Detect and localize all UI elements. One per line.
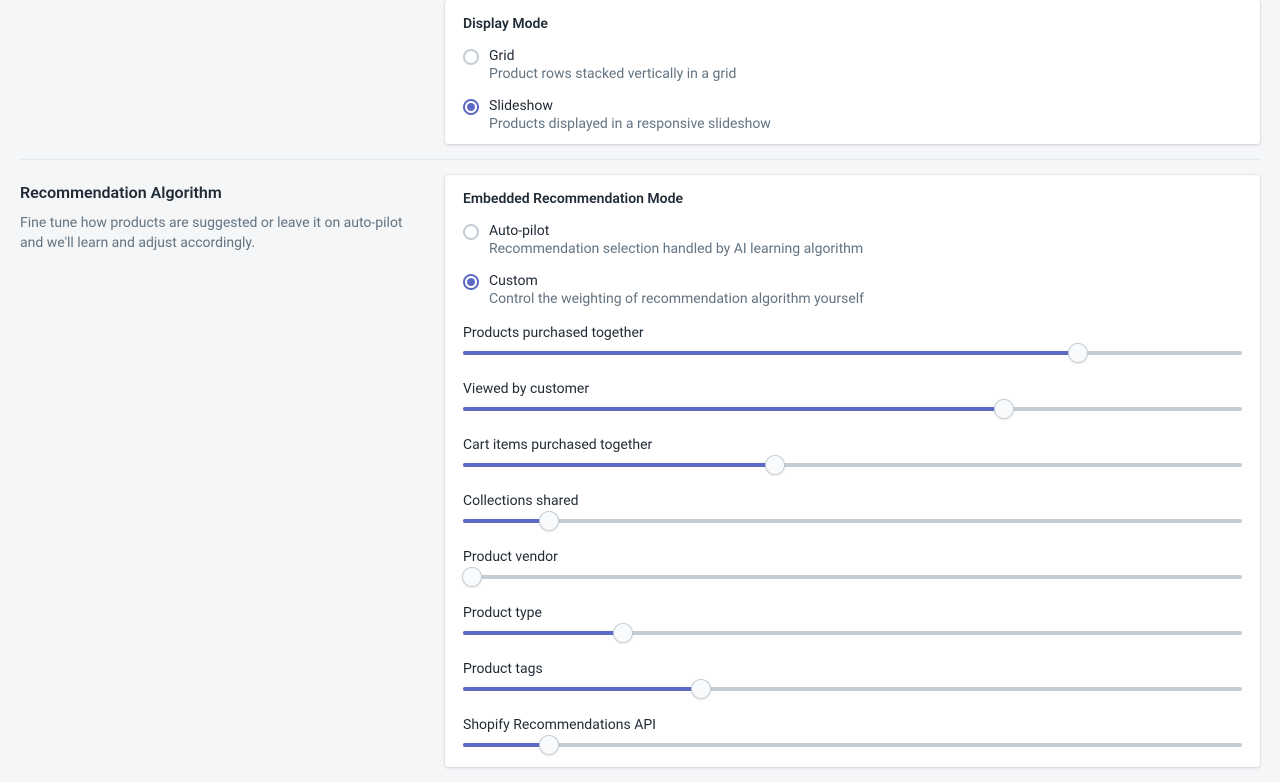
radio-circle-icon xyxy=(463,99,479,115)
settings-page: Display Mode Grid Product rows stacked v… xyxy=(0,0,1280,782)
radio-label: Custom xyxy=(489,273,1242,289)
radio-desc: Recommendation selection handled by AI l… xyxy=(489,241,1242,257)
radio-circle-icon xyxy=(463,274,479,290)
radio-display-slideshow[interactable]: Slideshow Products displayed in a respon… xyxy=(463,98,1242,132)
radio-circle-icon xyxy=(463,224,479,240)
slider-label: Viewed by customer xyxy=(463,381,1242,397)
card-display-mode: Display Mode Grid Product rows stacked v… xyxy=(445,0,1260,144)
slider-thumb[interactable] xyxy=(765,455,785,475)
slider-item: Product vendor xyxy=(463,549,1242,579)
section-title: Recommendation Algorithm xyxy=(20,183,415,202)
slider-item: Product tags xyxy=(463,661,1242,691)
radio-label: Auto-pilot xyxy=(489,223,1242,239)
radio-mode-autopilot[interactable]: Auto-pilot Recommendation selection hand… xyxy=(463,223,1242,257)
slider-label: Cart items purchased together xyxy=(463,437,1242,453)
radio-label: Slideshow xyxy=(489,98,1242,114)
slider-fill xyxy=(463,463,775,467)
radio-display-grid[interactable]: Grid Product rows stacked vertically in … xyxy=(463,48,1242,82)
radio-label: Grid xyxy=(489,48,1242,64)
slider-item: Cart items purchased together xyxy=(463,437,1242,467)
slider-label: Shopify Recommendations API xyxy=(463,717,1242,733)
slider-label: Product vendor xyxy=(463,549,1242,565)
radio-mode-custom[interactable]: Custom Control the weighting of recommen… xyxy=(463,273,1242,307)
slider-thumb[interactable] xyxy=(691,679,711,699)
slider-thumb[interactable] xyxy=(613,623,633,643)
slider-item: Collections shared xyxy=(463,493,1242,523)
section-description: Fine tune how products are suggested or … xyxy=(20,214,415,253)
slider[interactable] xyxy=(463,687,1242,691)
slider[interactable] xyxy=(463,519,1242,523)
slider-item: Products purchased together xyxy=(463,325,1242,355)
slider-item: Viewed by customer xyxy=(463,381,1242,411)
slider-thumb[interactable] xyxy=(539,735,559,755)
slider-label: Products purchased together xyxy=(463,325,1242,341)
radio-desc: Product rows stacked vertically in a gri… xyxy=(489,66,1242,82)
slider[interactable] xyxy=(463,463,1242,467)
slider-item: Shopify Recommendations API xyxy=(463,717,1242,747)
display-mode-heading: Display Mode xyxy=(463,16,1242,32)
section-display-mode: Display Mode Grid Product rows stacked v… xyxy=(20,0,1260,159)
radio-desc: Control the weighting of recommendation … xyxy=(489,291,1242,307)
slider-fill xyxy=(463,519,549,523)
slider-fill xyxy=(463,351,1078,355)
slider[interactable] xyxy=(463,407,1242,411)
section-recommendation-algorithm: Recommendation Algorithm Fine tune how p… xyxy=(20,159,1260,782)
slider[interactable] xyxy=(463,575,1242,579)
section-left-spacer xyxy=(20,0,445,144)
slider-fill xyxy=(463,631,623,635)
radio-circle-icon xyxy=(463,49,479,65)
slider-fill xyxy=(463,407,1004,411)
slider[interactable] xyxy=(463,351,1242,355)
slider-group: Products purchased together Viewed by cus… xyxy=(463,325,1242,747)
slider-thumb[interactable] xyxy=(1068,343,1088,363)
slider-thumb[interactable] xyxy=(994,399,1014,419)
section-left: Recommendation Algorithm Fine tune how p… xyxy=(20,175,445,767)
recommendation-mode-heading: Embedded Recommendation Mode xyxy=(463,191,1242,207)
slider[interactable] xyxy=(463,631,1242,635)
slider-fill xyxy=(463,743,549,747)
slider-fill xyxy=(463,687,701,691)
slider-label: Product tags xyxy=(463,661,1242,677)
radio-desc: Products displayed in a responsive slide… xyxy=(489,116,1242,132)
slider-item: Product type xyxy=(463,605,1242,635)
slider-thumb[interactable] xyxy=(539,511,559,531)
card-recommendation-mode: Embedded Recommendation Mode Auto-pilot … xyxy=(445,175,1260,767)
slider[interactable] xyxy=(463,743,1242,747)
slider-label: Product type xyxy=(463,605,1242,621)
slider-thumb[interactable] xyxy=(462,567,482,587)
slider-label: Collections shared xyxy=(463,493,1242,509)
